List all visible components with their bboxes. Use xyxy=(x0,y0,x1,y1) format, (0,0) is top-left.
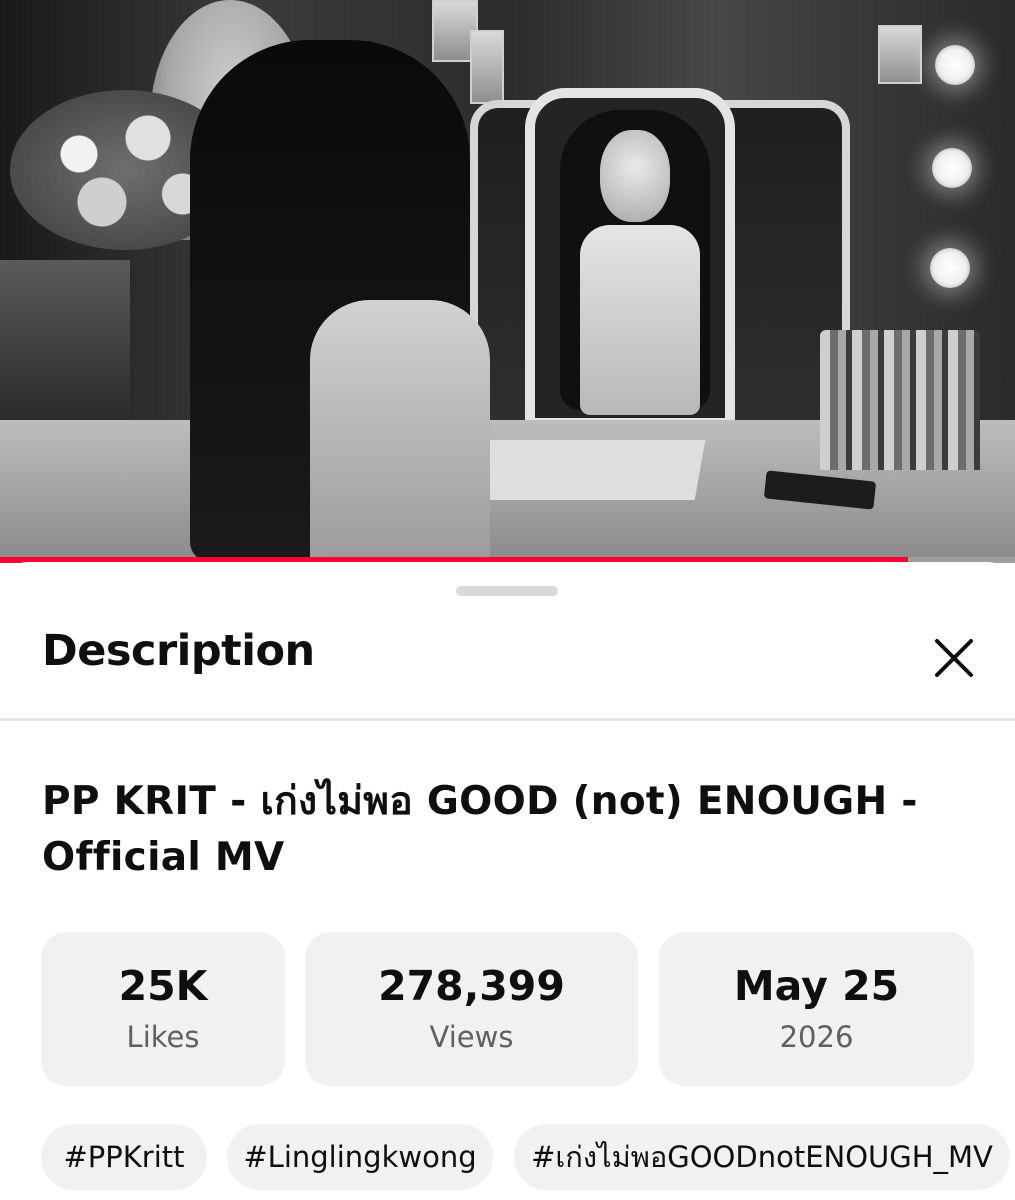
close-button[interactable] xyxy=(920,624,988,692)
video-bottles xyxy=(820,330,980,470)
video-photo xyxy=(878,25,922,84)
video-title: PP KRIT - เก่งไม่พอ GOOD (not) ENOUGH - … xyxy=(42,779,918,880)
stat-label: 2026 xyxy=(779,1020,854,1054)
hashtag-chip[interactable]: #PPKritt xyxy=(41,1124,207,1190)
drag-handle[interactable] xyxy=(456,586,558,596)
video-player[interactable] xyxy=(0,0,1015,562)
stat-likes: 25K Likes xyxy=(41,932,285,1086)
video-light-bulb xyxy=(932,148,972,188)
stat-views: 278,399 Views xyxy=(305,932,638,1086)
stat-value: 25K xyxy=(118,962,208,1010)
video-figure-shoulder xyxy=(310,300,490,562)
description-sheet: Description PP KRIT - เก่งไม่พอ GOOD (no… xyxy=(0,562,1015,1200)
divider xyxy=(0,718,1015,721)
hashtag-chip[interactable]: #เก่งไม่พอGOODnotENOUGH_MV xyxy=(514,1124,1010,1190)
hashtag-chip[interactable]: #Linglingkwong xyxy=(227,1124,493,1190)
stat-label: Likes xyxy=(126,1020,200,1054)
stat-value: 278,399 xyxy=(378,962,565,1010)
video-light-bulb xyxy=(935,45,975,85)
video-shelf xyxy=(0,260,130,420)
close-icon xyxy=(935,639,973,677)
video-paper xyxy=(464,440,706,500)
sheet-heading: Description xyxy=(42,626,315,676)
stat-label: Views xyxy=(429,1020,514,1054)
stat-date: May 25 2026 xyxy=(659,932,974,1086)
video-reflection-face xyxy=(600,130,670,222)
video-light-bulb xyxy=(930,248,970,288)
stat-value: May 25 xyxy=(733,962,900,1010)
video-reflection-body xyxy=(580,225,700,415)
video-photo xyxy=(470,30,504,104)
